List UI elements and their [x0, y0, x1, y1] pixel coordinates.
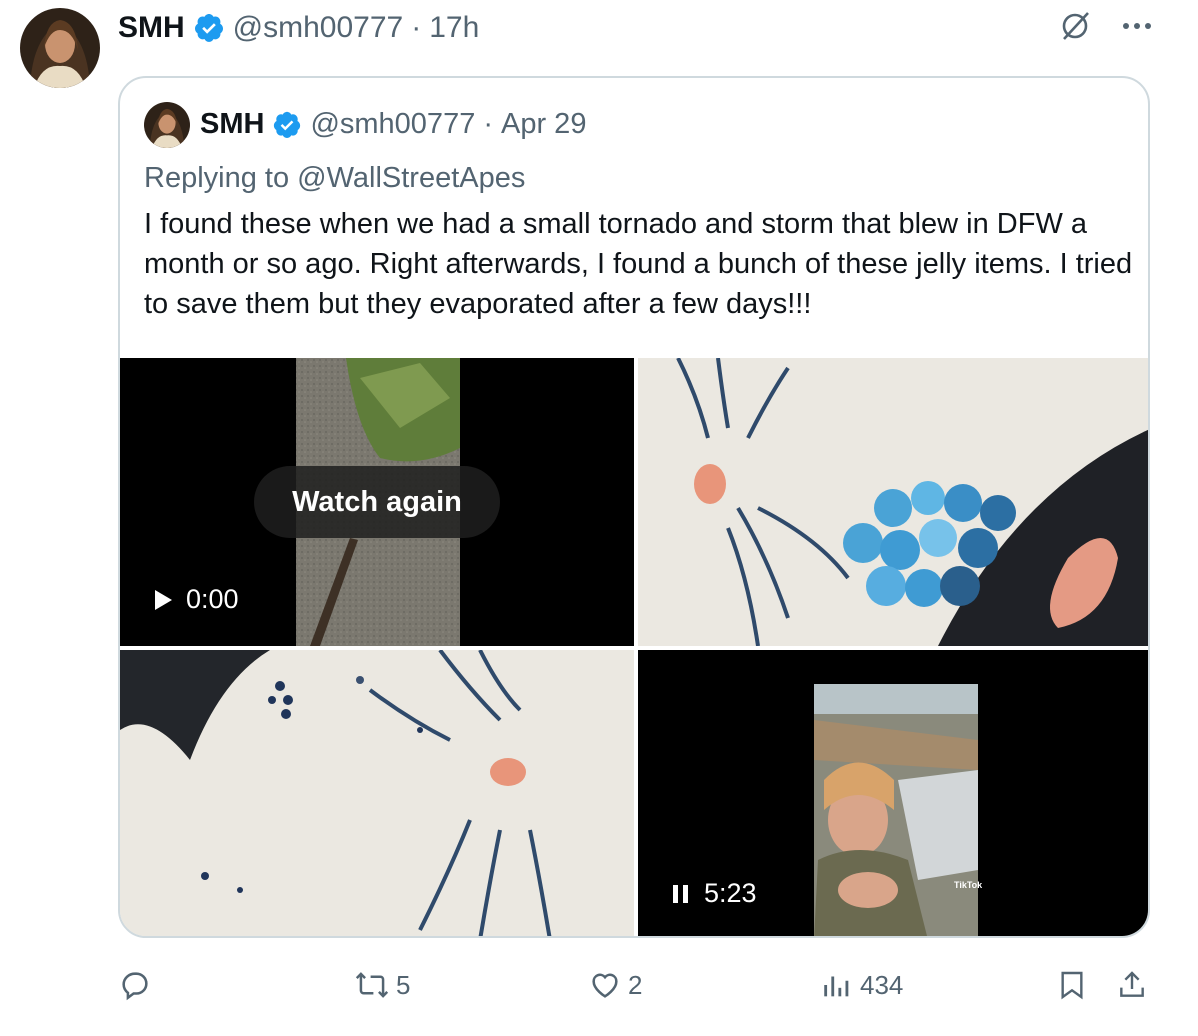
- retweet-icon: [355, 972, 389, 998]
- share-button[interactable]: [1116, 968, 1148, 1002]
- quoted-author-name: SMH: [200, 108, 265, 140]
- like-count: 2: [628, 969, 643, 1000]
- like-icon: [592, 973, 618, 998]
- retweet-button[interactable]: 5: [354, 968, 410, 1002]
- separator-dot: ·: [483, 108, 493, 140]
- author-avatar[interactable]: [20, 8, 100, 88]
- views-button[interactable]: 434: [820, 968, 903, 1002]
- tiktok-watermark: TikTok: [954, 880, 983, 890]
- video-tile-1[interactable]: Watch again 0:00: [120, 358, 634, 646]
- video-2-time: 5:23: [704, 878, 757, 908]
- bookmark-button[interactable]: [1056, 968, 1088, 1002]
- quoted-author-handle: @smh00777: [310, 108, 476, 140]
- views-icon: [824, 976, 849, 997]
- author-handle[interactable]: @smh00777: [233, 11, 404, 45]
- tweet-top-actions: [1058, 8, 1154, 48]
- pause-icon[interactable]: [670, 883, 692, 905]
- plate-beads-image: [638, 358, 1148, 646]
- grok-icon[interactable]: [1058, 9, 1092, 48]
- retweet-count: 5: [396, 969, 411, 1000]
- quoted-author-avatar: [144, 102, 190, 148]
- quoted-tweet[interactable]: SMH @smh00777 · Apr 29 Replying to @Wall…: [118, 76, 1150, 938]
- quoted-text: I found these when we had a small tornad…: [144, 208, 1133, 320]
- tweet-time[interactable]: 17h: [429, 11, 479, 45]
- replying-to: Replying to @WallStreetApes: [144, 162, 525, 195]
- verified-icon: [274, 111, 301, 138]
- tweet-header: SMH @smh00777 · 17h: [118, 8, 479, 48]
- share-icon: [1120, 971, 1144, 997]
- reply-button[interactable]: [118, 968, 158, 1002]
- plate-dots-image: [120, 650, 634, 936]
- quoted-header: SMH @smh00777 · Apr 29: [200, 108, 586, 141]
- like-button[interactable]: 2: [588, 968, 642, 1002]
- author-name[interactable]: SMH: [118, 11, 185, 45]
- media-grid: Watch again 0:00 TikTok 5:23: [120, 358, 1148, 936]
- replying-handle[interactable]: @WallStreetApes: [297, 162, 525, 194]
- image-tile-2[interactable]: [638, 358, 1148, 646]
- video-1-controls: 0:00: [152, 584, 239, 615]
- play-icon[interactable]: [152, 589, 174, 611]
- bookmark-icon: [1061, 971, 1083, 1000]
- quoted-date: Apr 29: [501, 108, 587, 140]
- watch-again-button[interactable]: Watch again: [254, 466, 500, 538]
- image-tile-3[interactable]: [120, 650, 634, 936]
- verified-icon: [194, 14, 223, 42]
- replying-prefix: Replying to: [144, 162, 290, 194]
- video-tile-2[interactable]: TikTok 5:23: [638, 650, 1148, 936]
- reply-icon: [122, 972, 148, 1001]
- tweet-actions: 5 2 434: [118, 962, 1158, 1012]
- video-2-controls: 5:23: [670, 878, 757, 909]
- separator-dot: ·: [411, 11, 422, 44]
- more-icon[interactable]: [1120, 9, 1154, 48]
- video-1-time: 0:00: [186, 584, 239, 614]
- views-count: 434: [860, 969, 904, 1000]
